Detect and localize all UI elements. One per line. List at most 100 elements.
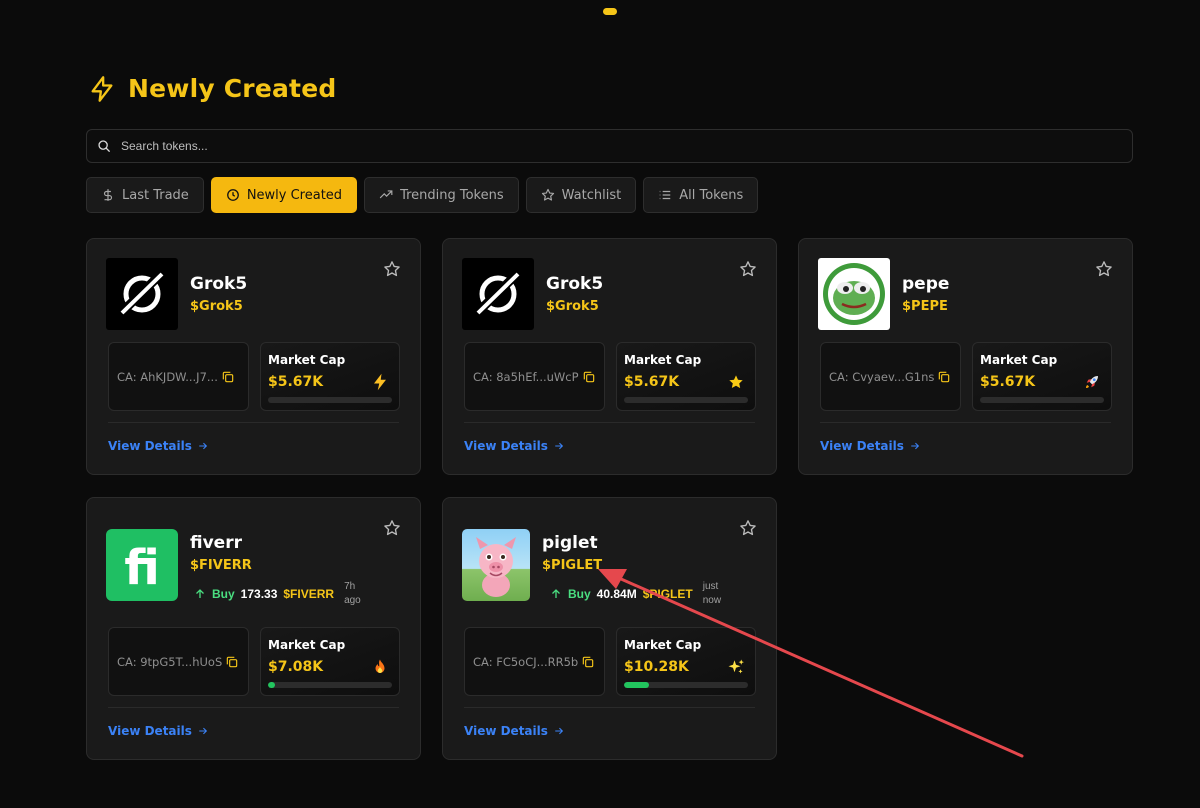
star-icon: [541, 188, 554, 201]
svg-text:fi: fi: [124, 540, 160, 596]
trade-symbol: $PIGLET: [642, 587, 693, 601]
market-cap-value: $7.08K: [268, 659, 324, 675]
token-card-grok5[interactable]: Grok5 $Grok5 CA: AhKJDW...J7... Market C…: [86, 238, 421, 475]
market-cap-value: $5.67K: [624, 374, 680, 390]
arrow-up-icon: [552, 589, 560, 598]
market-cap-label: Market Cap: [624, 638, 702, 652]
contract-address[interactable]: CA: AhKJDW...J7...: [108, 342, 249, 411]
trade-amount: 40.84M: [596, 587, 637, 601]
market-cap-box: Market Cap $10.28K: [616, 627, 756, 696]
fire-icon: [375, 659, 385, 673]
fiverr-logo: fi: [106, 529, 178, 601]
contract-address[interactable]: CA: 8a5hEf...uWcP: [464, 342, 605, 411]
view-details-link[interactable]: View Details: [820, 439, 920, 453]
token-card-pepe[interactable]: pepe $PEPE CA: Cvyaev...G1ns Market Cap …: [798, 238, 1133, 475]
copy-icon[interactable]: [582, 370, 596, 384]
tab-newly-created[interactable]: Newly Created: [210, 177, 358, 213]
arrow-right-icon: [555, 727, 564, 735]
arrow-right-icon: [199, 442, 208, 450]
bonding-progress-bar: [624, 682, 748, 688]
view-details-label: View Details: [464, 724, 548, 738]
lightning-icon: [91, 75, 113, 102]
divider: [464, 422, 755, 423]
trade-action: Buy: [212, 587, 235, 601]
contract-address[interactable]: CA: FC5oCJ...RR5b: [464, 627, 605, 696]
divider: [108, 707, 399, 708]
tab-label: Newly Created: [246, 187, 343, 203]
copy-icon[interactable]: [221, 370, 235, 384]
token-name: Grok5: [190, 274, 248, 294]
clock-icon: [226, 189, 239, 201]
grok-logo: [106, 258, 178, 330]
watchlist-star-icon[interactable]: [739, 519, 757, 537]
view-details-label: View Details: [464, 439, 548, 453]
sparkles-icon: [728, 659, 744, 674]
market-cap-value: $5.67K: [268, 374, 324, 390]
tab-trending-tokens[interactable]: Trending Tokens: [364, 177, 519, 213]
bonding-progress-bar: [980, 397, 1104, 403]
tab-last-trade[interactable]: Last Trade: [86, 177, 204, 213]
watchlist-star-icon[interactable]: [383, 260, 401, 278]
arrow-right-icon: [911, 442, 920, 450]
arrow-up-icon: [196, 589, 204, 598]
grok-logo: [462, 258, 534, 330]
progress-fill: [624, 682, 649, 688]
search-bar[interactable]: [86, 129, 1133, 163]
copy-icon[interactable]: [937, 370, 951, 384]
watchlist-star-icon[interactable]: [739, 260, 757, 278]
page-title: Newly Created: [128, 74, 337, 103]
last-trade-row: Buy 40.84M $PIGLET just now: [550, 580, 721, 608]
watchlist-star-icon[interactable]: [1095, 260, 1113, 278]
copy-icon[interactable]: [225, 655, 239, 669]
bonding-progress-bar: [268, 682, 392, 688]
market-cap-label: Market Cap: [268, 353, 346, 367]
tab-all-tokens[interactable]: All Tokens: [643, 177, 759, 213]
search-input[interactable]: [121, 139, 1105, 153]
piglet-logo: [462, 529, 530, 601]
tab-label: All Tokens: [679, 187, 744, 203]
pepe-logo: [818, 258, 890, 330]
last-trade-row: Buy 173.33 $FIVERR 7h ago: [194, 580, 361, 608]
contract-address-text: CA: AhKJDW...J7...: [117, 369, 218, 384]
arrow-right-icon: [199, 727, 208, 735]
copy-icon[interactable]: [581, 655, 595, 669]
trade-time-line2: now: [702, 595, 722, 606]
market-cap-box: Market Cap $5.67K: [972, 342, 1112, 411]
progress-fill: [268, 682, 276, 688]
market-cap-value: $5.67K: [980, 374, 1036, 390]
market-cap-value: $10.28K: [624, 659, 689, 675]
market-cap-box: Market Cap $7.08K: [260, 627, 400, 696]
dollar-icon: [103, 189, 113, 201]
contract-address[interactable]: CA: 9tpG5T...hUoS: [108, 627, 249, 696]
list-icon: [659, 190, 671, 200]
trade-time: 7h ago: [344, 580, 361, 608]
trade-symbol: $FIVERR: [283, 587, 335, 601]
contract-address-text: CA: 9tpG5T...hUoS: [117, 654, 223, 669]
lightning-icon: [374, 373, 386, 391]
view-details-link[interactable]: View Details: [464, 724, 564, 738]
view-details-link[interactable]: View Details: [464, 439, 564, 453]
bonding-progress-bar: [268, 397, 392, 403]
view-details-link[interactable]: View Details: [108, 724, 208, 738]
view-details-label: View Details: [108, 724, 192, 738]
contract-address[interactable]: CA: Cvyaev...G1ns: [820, 342, 961, 411]
token-name: pepe: [902, 274, 950, 294]
token-card-piglet[interactable]: piglet $PIGLET Buy 40.84M $PIGLET just no…: [442, 497, 777, 760]
tab-label: Watchlist: [561, 187, 622, 203]
trade-action: Buy: [568, 587, 591, 601]
view-details-link[interactable]: View Details: [108, 439, 208, 453]
tab-label: Trending Tokens: [400, 187, 504, 203]
token-card-grok5-2[interactable]: Grok5 $Grok5 CA: 8a5hEf...uWcP Market Ca…: [442, 238, 777, 475]
token-card-fiverr[interactable]: fi fiverr $FIVERR Buy 173.33 $FIVERR 7h a…: [86, 497, 421, 760]
view-details-label: View Details: [820, 439, 904, 453]
trade-time-line1: 7h: [344, 581, 356, 592]
token-ticker: $PIGLET: [542, 558, 603, 573]
top-indicator: [603, 8, 617, 15]
watchlist-star-icon[interactable]: [383, 519, 401, 537]
tab-watchlist[interactable]: Watchlist: [525, 177, 637, 213]
bonding-progress-bar: [624, 397, 748, 403]
arrow-right-icon: [555, 442, 564, 450]
token-name: fiverr: [190, 533, 242, 553]
trade-time-line1: just: [702, 581, 719, 592]
trade-time: just now: [703, 580, 721, 608]
